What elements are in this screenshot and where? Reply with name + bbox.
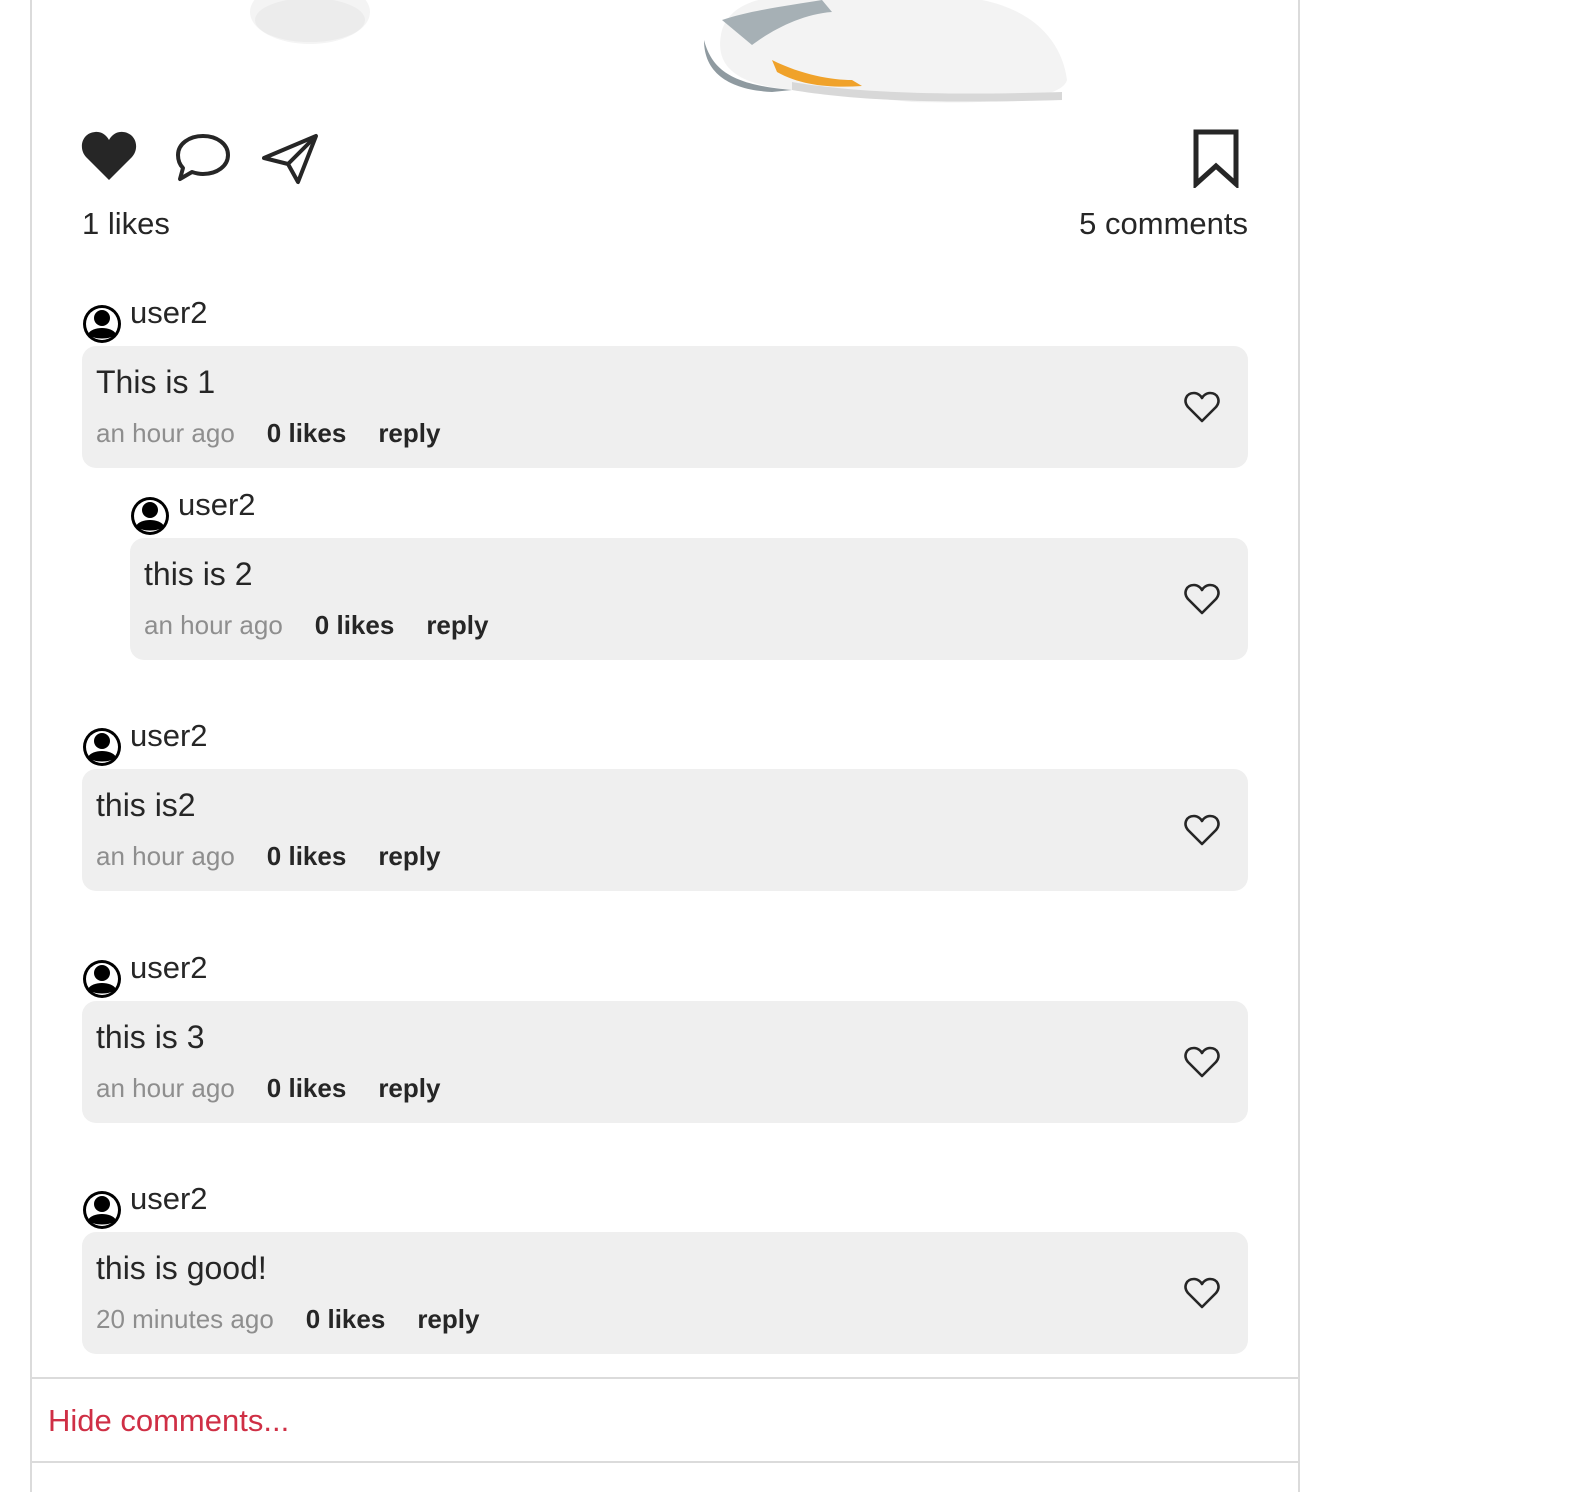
comment-meta: an hour ago 0 likes reply [96,418,440,449]
comment-text: this is good! [96,1250,267,1286]
comment-author[interactable]: user2 [130,951,208,985]
post-action-bar [80,128,1240,192]
comment-likes[interactable]: 0 likes [267,1073,347,1104]
reply-button[interactable]: reply [378,1073,440,1104]
heart-outline-icon[interactable] [1184,1045,1220,1079]
speech-bubble-icon [176,134,230,181]
comment-meta: an hour ago 0 likes reply [144,610,488,641]
comment-author[interactable]: user2 [178,488,256,522]
comment-likes[interactable]: 0 likes [306,1304,386,1335]
comment-button[interactable] [174,132,232,189]
comment: user2 this is2 an hour ago 0 likes reply [82,719,1248,891]
comment-time: an hour ago [96,418,235,448]
comment-text: this is 3 [96,1019,205,1055]
heart-filled-icon [81,131,137,180]
avatar-icon[interactable] [82,1190,122,1230]
comment-time: an hour ago [144,610,283,640]
like-button[interactable] [80,128,138,189]
paper-plane-icon [262,134,318,184]
comment: user2 This is 1 an hour ago 0 likes repl… [82,296,1248,468]
comment-author-row: user2 [82,951,1248,999]
comment-bubble: this is 2 an hour ago 0 likes reply [130,538,1248,660]
share-button[interactable] [260,132,320,191]
comment-author[interactable]: user2 [130,719,208,753]
comment-time: an hour ago [96,841,235,871]
comment-bubble: this is 3 an hour ago 0 likes reply [82,1001,1248,1123]
comment-meta: 20 minutes ago 0 likes reply [96,1304,479,1335]
hide-comments-link[interactable]: Hide comments... [48,1403,289,1439]
heart-outline-icon[interactable] [1184,813,1220,847]
comment-text: this is 2 [144,556,253,592]
comment-author[interactable]: user2 [130,296,208,330]
save-button[interactable] [1192,128,1240,193]
post-image [32,0,1298,110]
avatar-icon[interactable] [82,959,122,999]
comment-time: an hour ago [96,1073,235,1103]
comment-reply: user2 this is 2 an hour ago 0 likes repl… [130,488,1248,660]
comment-author-row: user2 [82,719,1248,767]
comment-likes[interactable]: 0 likes [267,841,347,872]
heart-outline-icon[interactable] [1184,1276,1220,1310]
comment: user2 this is 3 an hour ago 0 likes repl… [82,951,1248,1123]
bookmark-icon [1193,129,1239,190]
comment-bubble: This is 1 an hour ago 0 likes reply [82,346,1248,468]
comment-bubble: this is good! 20 minutes ago 0 likes rep… [82,1232,1248,1354]
comment-author-row: user2 [82,1182,1248,1230]
heart-outline-icon[interactable] [1184,582,1220,616]
comment-author-row: user2 [130,488,1248,536]
reply-button[interactable]: reply [378,418,440,449]
comment: user2 this is good! 20 minutes ago 0 lik… [82,1182,1248,1354]
comment-time: 20 minutes ago [96,1304,274,1334]
comment-meta: an hour ago 0 likes reply [96,1073,440,1104]
comment-meta: an hour ago 0 likes reply [96,841,440,872]
comment-author-row: user2 [82,296,1248,344]
post-card: 1 likes 5 comments user2 This is 1 an ho… [30,0,1300,1492]
avatar-icon[interactable] [82,304,122,344]
avatar-icon[interactable] [82,727,122,767]
reply-button[interactable]: reply [378,841,440,872]
avatar-icon[interactable] [130,496,170,536]
post-likes-count[interactable]: 1 likes [82,206,170,242]
post-comments-count[interactable]: 5 comments [1079,206,1248,242]
comments-footer: Hide comments... [32,1377,1298,1463]
comment-text: this is2 [96,787,196,823]
comment-likes[interactable]: 0 likes [267,418,347,449]
reply-button[interactable]: reply [426,610,488,641]
comment-author[interactable]: user2 [130,1182,208,1216]
comment-likes[interactable]: 0 likes [315,610,395,641]
comment-text: This is 1 [96,364,216,400]
comment-bubble: this is2 an hour ago 0 likes reply [82,769,1248,891]
heart-outline-icon[interactable] [1184,390,1220,424]
reply-button[interactable]: reply [417,1304,479,1335]
